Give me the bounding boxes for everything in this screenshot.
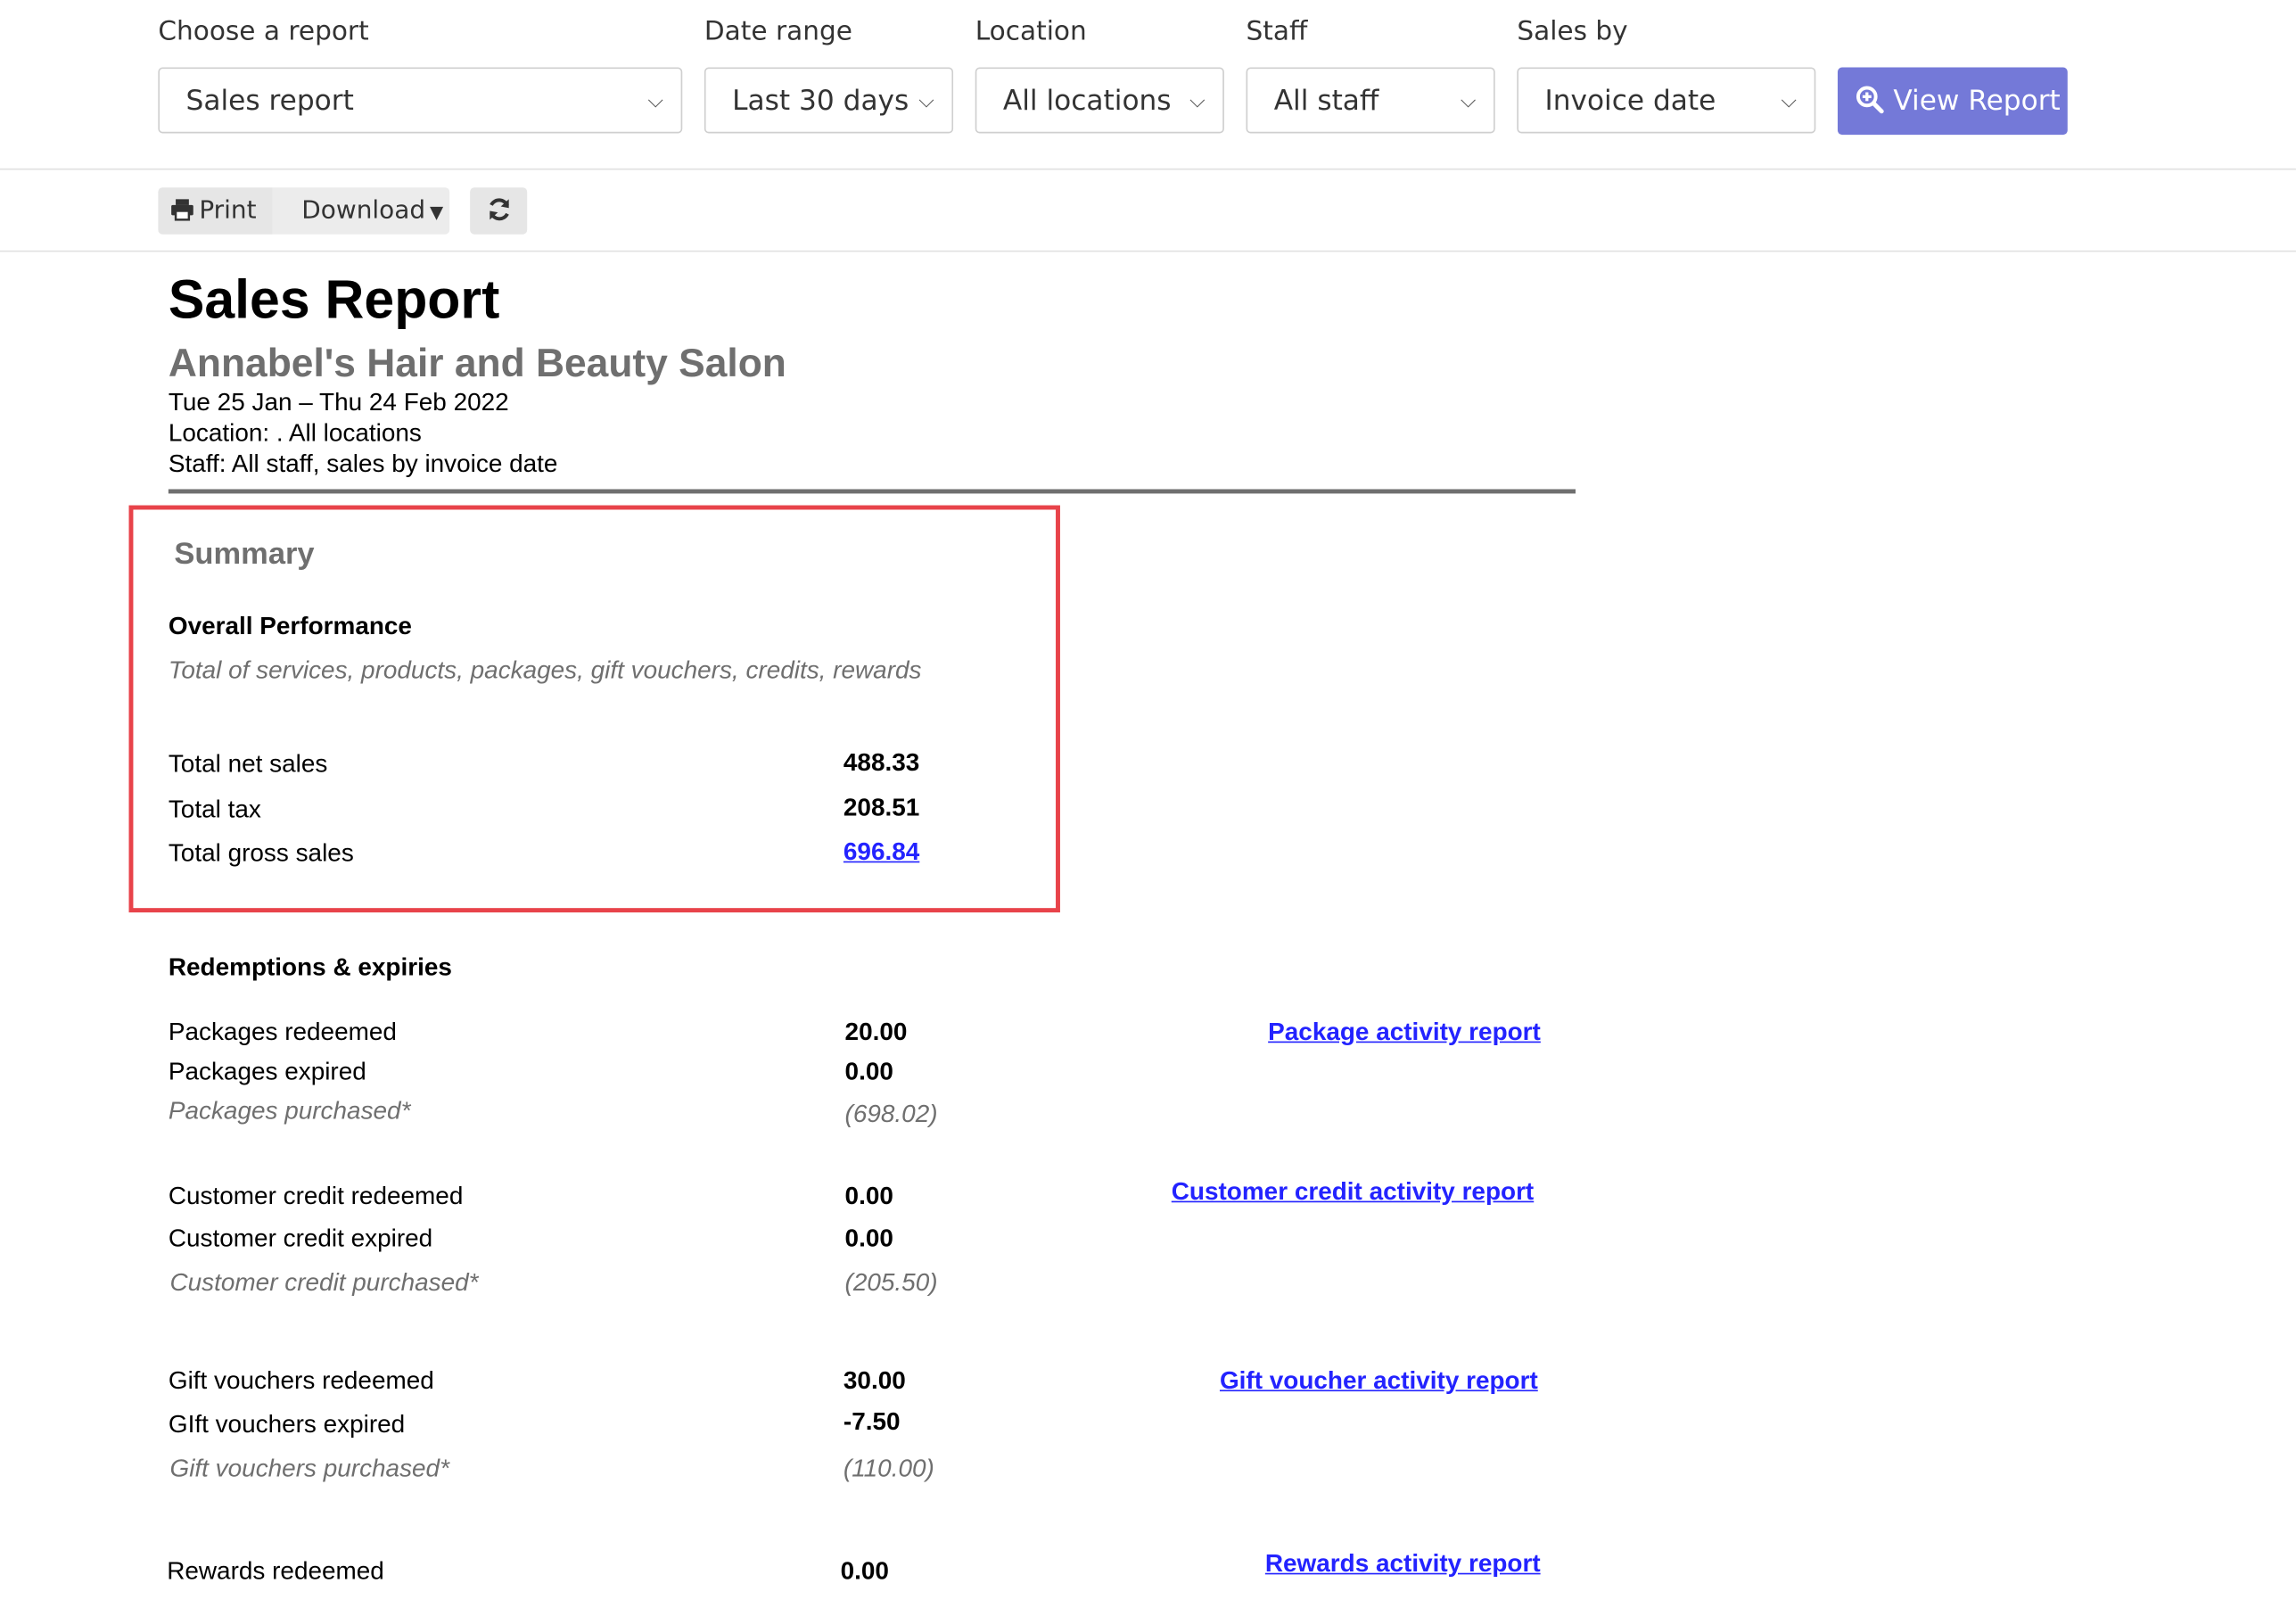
packages-expired-label: Packages expired [168,1057,366,1085]
credit-redeemed-label: Customer credit redeemed [168,1182,464,1210]
refresh-button[interactable] [470,187,528,235]
credit-purchased-value: (205.50) [844,1268,938,1297]
sales-by-value: Invoice date [1544,85,1716,118]
sales-by-select[interactable]: Invoice date ⌵ [1517,67,1816,134]
packages-redeemed-label: Packages redeemed [168,1018,397,1046]
print-label: Print [199,196,257,226]
location-label: Location [975,16,1087,47]
search-plus-icon [1856,86,1884,114]
packages-expired-value: 0.00 [844,1057,893,1085]
report-page: Choose a report Date range Location Staf… [0,0,2296,1608]
report-title: Sales Report [168,269,500,330]
report-filter-label: Choose a report [158,16,369,47]
vouchers-expired-value: -7.50 [843,1407,901,1436]
packages-redeemed-value: 20.00 [844,1018,908,1046]
staff-select[interactable]: All staff ⌵ [1246,67,1495,134]
vouchers-redeemed-value: 30.00 [843,1366,906,1395]
chevron-down-icon: ⌵ [918,89,934,113]
report-select-value: Sales report [185,85,354,118]
date-range-label: Date range [704,16,852,47]
total-net-sales-value: 488.33 [843,748,920,777]
summary-heading: Summary [174,537,315,572]
download-label: Download [301,196,426,226]
download-button[interactable]: Download ▼ [272,187,450,235]
report-location: Location: . All locations [168,418,422,447]
vouchers-purchased-label: Gift vouchers purchased* [169,1454,449,1482]
header-rule [168,489,1576,494]
gift-voucher-activity-report-link[interactable]: Gift voucher activity report [1220,1366,1538,1396]
location-value: All locations [1002,85,1172,118]
credit-purchased-label: Customer credit purchased* [169,1268,479,1297]
total-tax-value: 208.51 [843,794,920,822]
vouchers-redeemed-label: Gift vouchers redeemed [168,1366,434,1395]
chevron-down-icon: ⌵ [1460,89,1477,113]
rewards-activity-report-link[interactable]: Rewards activity report [1265,1549,1541,1579]
credit-expired-value: 0.00 [844,1224,893,1253]
print-button[interactable]: Print [158,187,273,235]
vouchers-expired-label: GIft vouchers expired [168,1410,406,1439]
credit-expired-label: Customer credit expired [168,1224,433,1253]
total-gross-sales-link[interactable]: 696.84 [844,837,919,867]
vouchers-purchased-value: (110.00) [843,1454,934,1482]
customer-credit-activity-report-link[interactable]: Customer credit activity report [1172,1177,1534,1207]
package-activity-report-link[interactable]: Package activity report [1268,1018,1541,1047]
refresh-icon [489,198,509,221]
staff-value: All staff [1273,85,1379,118]
sales-by-label: Sales by [1517,16,1628,47]
caret-down-icon: ▼ [430,202,444,223]
business-name: Annabel's Hair and Beauty Salon [168,341,786,385]
chevron-down-icon: ⌵ [1189,89,1206,113]
date-range-select[interactable]: Last 30 days ⌵ [704,67,954,134]
staff-label: Staff [1246,16,1308,47]
credit-redeemed-value: 0.00 [844,1182,893,1210]
chevron-down-icon: ⌵ [647,89,663,113]
packages-purchased-value: (698.02) [844,1100,938,1128]
rewards-redeemed-value: 0.00 [840,1556,889,1585]
report-date-range: Tue 25 Jan – Thu 24 Feb 2022 [168,388,509,416]
overall-performance-desc: Total of services, products, packages, g… [168,656,922,684]
report-select[interactable]: Sales report ⌵ [158,67,683,134]
overall-performance-title: Overall Performance [168,612,412,640]
view-report-button[interactable]: View Report [1837,67,2068,136]
total-net-sales-label: Total net sales [168,749,328,779]
redemptions-heading: Redemptions & expiries [168,953,452,982]
divider [0,168,2296,170]
chevron-down-icon: ⌵ [1781,89,1797,113]
view-report-label: View Report [1893,85,2061,118]
packages-purchased-label: Packages purchased* [168,1097,411,1126]
printer-icon [171,199,193,221]
divider [0,250,2296,252]
report-staff: Staff: All staff, sales by invoice date [168,449,558,478]
date-range-value: Last 30 days [732,85,909,118]
rewards-redeemed-label: Rewards redeemed [167,1556,384,1585]
total-gross-sales-label: Total gross sales [168,838,354,868]
total-tax-label: Total tax [168,795,261,823]
location-select[interactable]: All locations ⌵ [975,67,1224,134]
